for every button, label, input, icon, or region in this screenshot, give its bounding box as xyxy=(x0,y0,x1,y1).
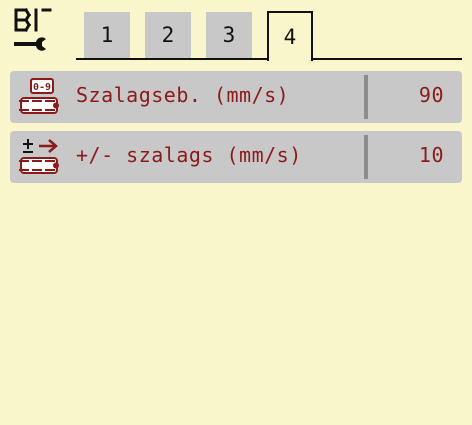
settings-wrench-icon xyxy=(14,7,52,51)
tab-3[interactable]: 3 xyxy=(206,12,252,58)
setting-row-belt-speed-adjust[interactable]: +/- szalags (mm/s) 10 xyxy=(10,131,462,183)
tab-2[interactable]: 2 xyxy=(145,12,191,58)
tab-4[interactable]: 4 xyxy=(267,11,313,61)
setting-label-belt-speed-adjust: +/- szalags (mm/s) xyxy=(76,143,302,167)
tab-1[interactable]: 1 xyxy=(84,12,130,58)
belt-speed-range-icon: 0-9 xyxy=(19,78,59,114)
setting-row-belt-speed[interactable]: 0-9 Szalagseb. (mm/s) 90 xyxy=(10,71,462,123)
setting-value-belt-speed-adjust[interactable]: 10 xyxy=(419,143,444,167)
belt-speed-adjust-icon xyxy=(19,139,59,174)
setting-value-belt-speed[interactable]: 90 xyxy=(419,83,444,107)
belt-speed-range-icon-label: 0-9 xyxy=(33,82,51,93)
row-separator xyxy=(364,135,368,179)
setting-label-belt-speed: Szalagseb. (mm/s) xyxy=(76,83,290,107)
row-separator xyxy=(364,75,368,119)
